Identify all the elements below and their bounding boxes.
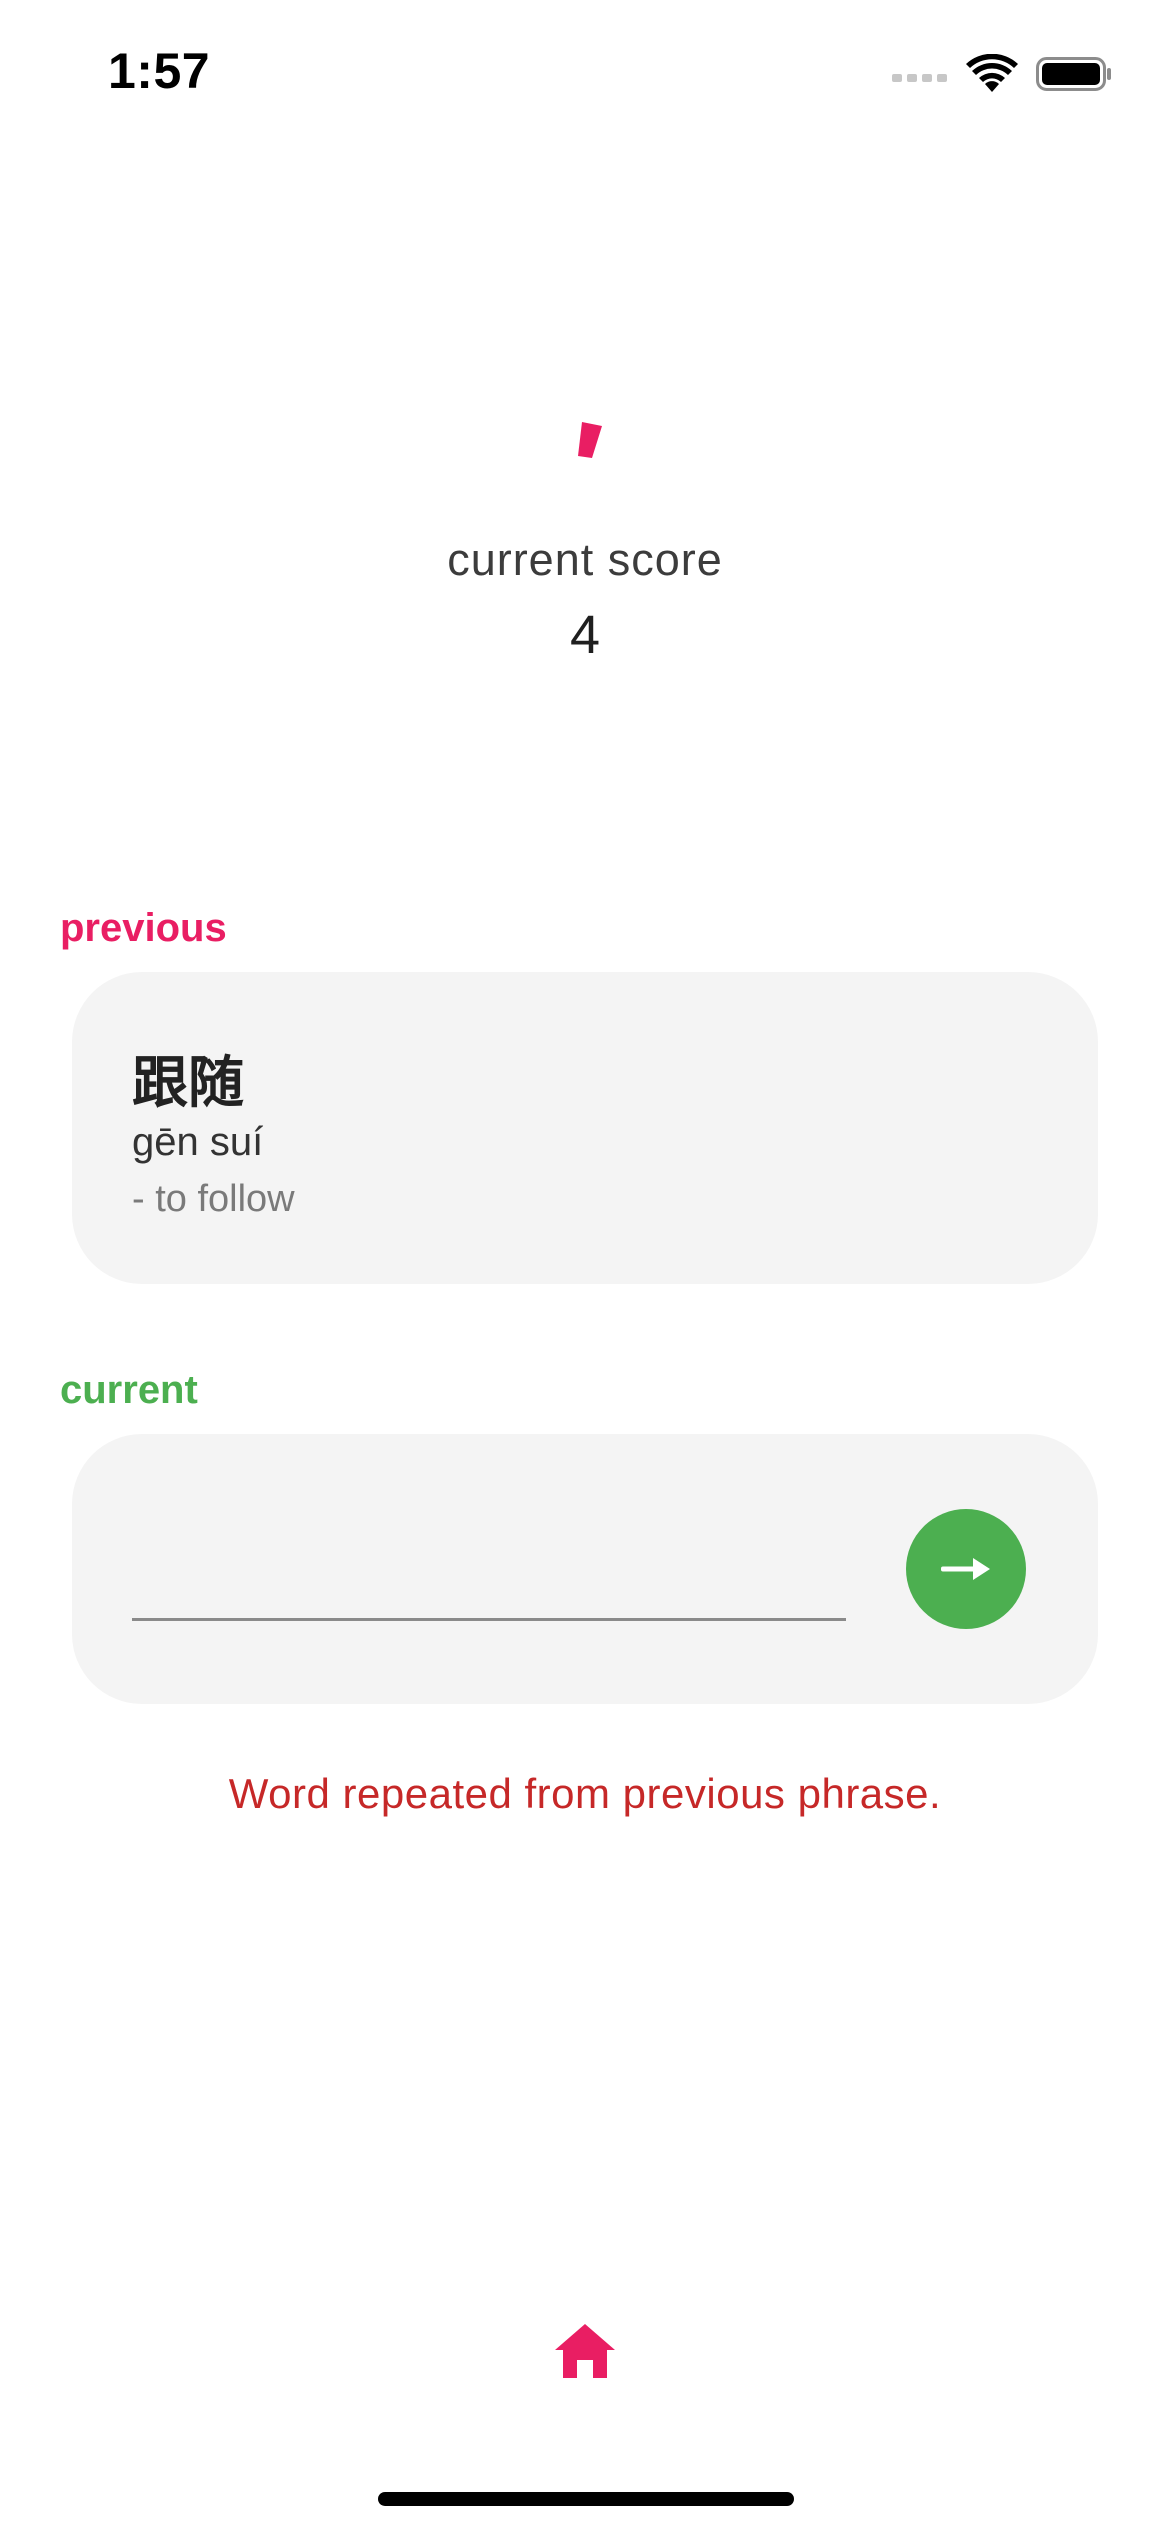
answer-input[interactable]: [132, 1544, 846, 1621]
previous-card: 跟随 gēn suí - to follow: [72, 972, 1098, 1284]
game-screen: 1:57 current score 4 previous 跟随 gēn suí…: [0, 0, 1170, 2532]
current-label: current: [60, 1368, 198, 1412]
score-progress-icon: [578, 422, 602, 458]
score-label: current score: [447, 534, 723, 585]
wifi-icon: [966, 54, 1018, 92]
error-message: Word repeated from previous phrase.: [228, 1770, 942, 1817]
cellular-signal-icon: [892, 74, 947, 82]
arrow-right-icon: [941, 1558, 990, 1580]
home-icon[interactable]: [553, 2322, 617, 2380]
previous-meaning: - to follow: [132, 1178, 295, 1220]
previous-pinyin: gēn suí: [132, 1120, 264, 1164]
home-indicator[interactable]: [378, 2492, 794, 2506]
current-card: [72, 1434, 1098, 1704]
previous-hanzi: 跟随: [132, 1051, 244, 1114]
status-indicators: [892, 52, 1114, 96]
score-value: 4: [569, 605, 601, 665]
battery-icon: [1036, 57, 1111, 91]
submit-button[interactable]: [906, 1509, 1026, 1629]
previous-label: previous: [60, 906, 227, 950]
status-time: 1:57: [108, 43, 211, 99]
